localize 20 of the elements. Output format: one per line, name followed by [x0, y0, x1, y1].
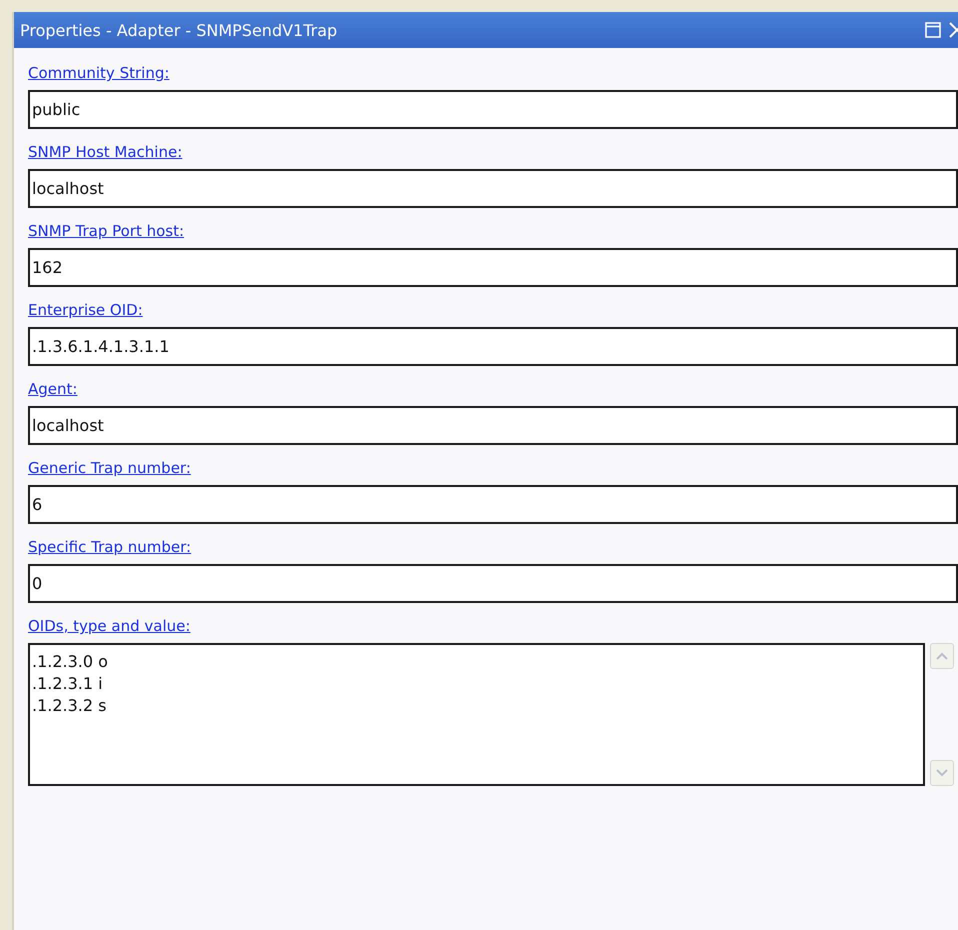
input-field[interactable]: 0 [28, 564, 958, 603]
input-field[interactable]: 6 [28, 485, 958, 524]
field-label-link[interactable]: SNMP Trap Port host: [28, 222, 184, 240]
field-label-link[interactable]: Generic Trap number: [28, 459, 191, 477]
field-label-link[interactable]: OIDs, type and value: [28, 617, 190, 635]
input-field[interactable]: 162 [28, 248, 958, 287]
text-area[interactable]: .1.2.3.0 o .1.2.3.1 i .1.2.3.2 s [28, 643, 925, 786]
restore-icon[interactable] [924, 21, 942, 39]
chevron-down-icon [936, 769, 948, 777]
input-field[interactable]: .1.3.6.1.4.1.3.1.1 [28, 327, 958, 366]
chevron-up-icon [936, 652, 948, 660]
field-label-link[interactable]: SNMP Host Machine: [28, 143, 182, 161]
input-field[interactable]: public [28, 90, 958, 129]
field-label-link[interactable]: Enterprise OID: [28, 301, 143, 319]
field-label-link[interactable]: Specific Trap number: [28, 538, 192, 556]
field-label-link[interactable]: Agent: [28, 380, 78, 398]
input-field[interactable]: localhost [28, 406, 958, 445]
window-title: Properties - Adapter - SNMPSendV1Trap [20, 20, 338, 40]
field-label-link[interactable]: Community String: [28, 64, 170, 82]
input-field[interactable]: localhost [28, 169, 958, 208]
